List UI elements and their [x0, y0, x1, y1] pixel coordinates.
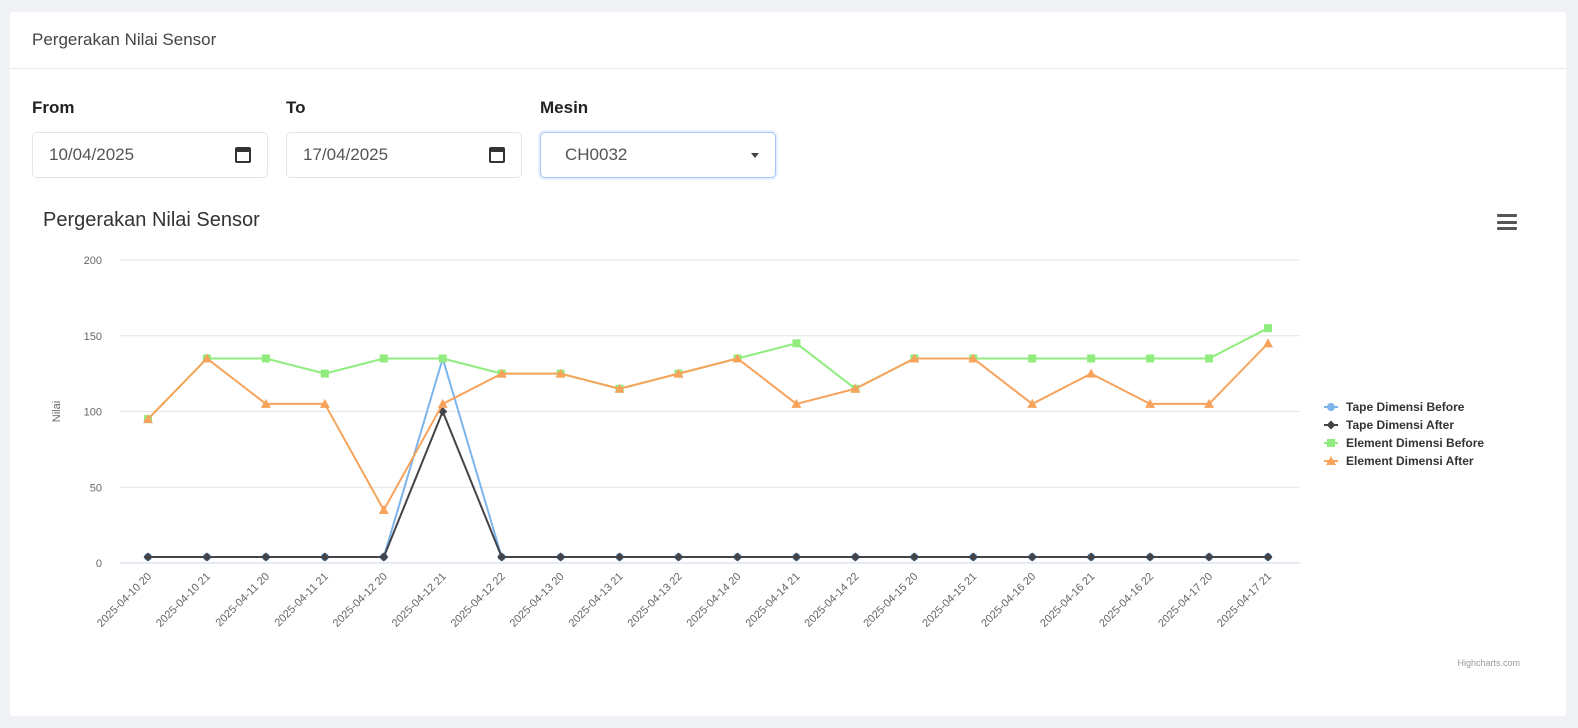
- calendar-icon[interactable]: [235, 147, 251, 163]
- chart-menu-icon[interactable]: [1497, 214, 1517, 230]
- from-group: From 10/04/2025: [32, 98, 268, 178]
- chevron-down-icon: [751, 152, 759, 158]
- calendar-icon[interactable]: [489, 147, 505, 163]
- mesin-label: Mesin: [540, 98, 589, 117]
- to-date-input[interactable]: 17/04/2025: [286, 132, 522, 178]
- mesin-group: Mesin CH0032: [540, 98, 776, 178]
- from-label: From: [32, 98, 75, 117]
- to-date-value: 17/04/2025: [303, 145, 389, 164]
- mesin-value: CH0032: [565, 145, 628, 164]
- mesin-select[interactable]: CH0032: [540, 132, 776, 178]
- from-date-value: 10/04/2025: [49, 145, 135, 164]
- from-date-input[interactable]: 10/04/2025: [32, 132, 268, 178]
- card-title: Pergerakan Nilai Sensor: [10, 12, 1566, 69]
- to-label: To: [286, 98, 306, 117]
- to-group: To 17/04/2025: [286, 98, 522, 178]
- filter-bar: From 10/04/2025 To 17/04/2025 Mesin CH00…: [32, 98, 794, 178]
